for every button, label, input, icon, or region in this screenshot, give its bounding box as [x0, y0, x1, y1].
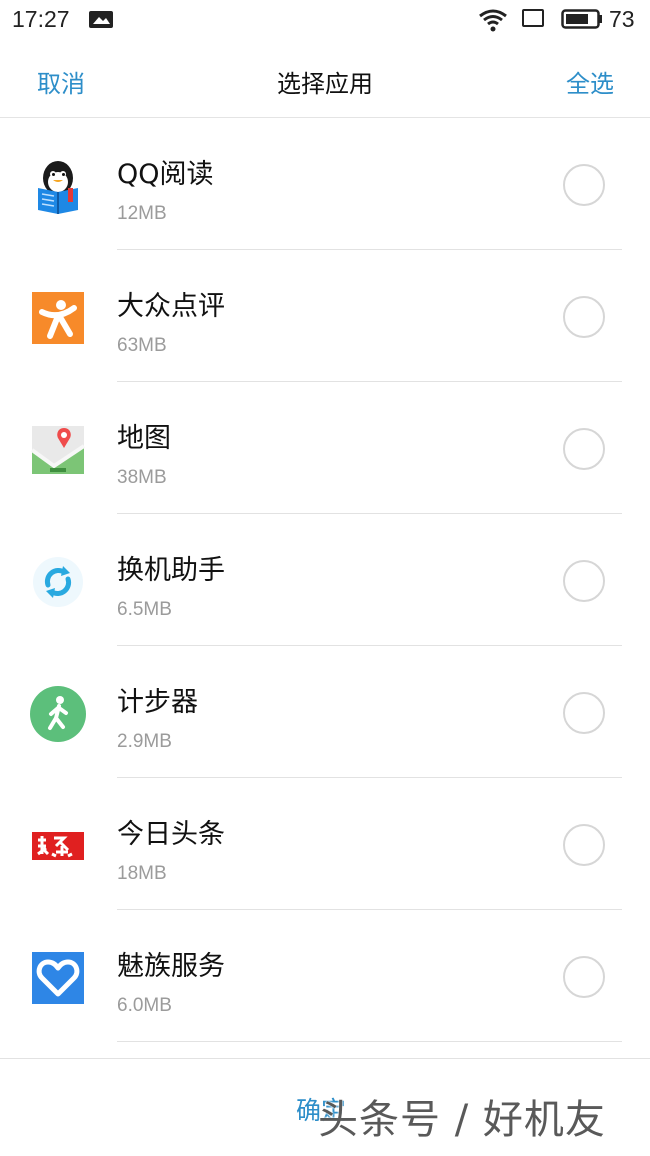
page-title: 选择应用	[277, 70, 373, 98]
wifi-icon	[478, 8, 508, 32]
app-size: 2.9MB	[117, 731, 172, 752]
app-size: 6.5MB	[117, 599, 172, 620]
pedometer-icon	[30, 686, 86, 742]
app-name: 魅族服务	[117, 951, 225, 982]
select-all-button[interactable]: 全选	[566, 64, 614, 99]
app-row-phone-transfer[interactable]: 换机助手 6.5MB	[0, 514, 650, 646]
select-checkbox[interactable]	[563, 296, 605, 338]
divider	[117, 1041, 622, 1042]
phone-transfer-icon	[30, 554, 86, 610]
meizu-service-icon	[30, 950, 86, 1006]
app-row-toutiao[interactable]: 今日头条 18MB	[0, 778, 650, 910]
select-checkbox[interactable]	[563, 956, 605, 998]
gallery-notification-icon	[89, 11, 113, 28]
app-name: 今日头条	[117, 819, 225, 850]
app-row-meizu-service[interactable]: 魅族服务 6.0MB	[0, 910, 650, 1042]
select-checkbox[interactable]	[563, 560, 605, 602]
app-row-map[interactable]: 地图 38MB	[0, 382, 650, 514]
app-row-pedometer[interactable]: 计步器 2.9MB	[0, 646, 650, 778]
app-size: 12MB	[117, 203, 167, 224]
app-size: 38MB	[117, 467, 167, 488]
status-time: 17:27	[12, 6, 70, 32]
app-row-dianping[interactable]: 大众点评 63MB	[0, 250, 650, 382]
qq-reading-icon	[30, 158, 86, 214]
app-size: 18MB	[117, 863, 167, 884]
watermark: 头条号 / 好机友	[318, 1097, 606, 1143]
toutiao-icon	[30, 818, 86, 874]
select-checkbox[interactable]	[563, 824, 605, 866]
app-name: 计步器	[117, 687, 198, 718]
app-size: 63MB	[117, 335, 167, 356]
battery-icon	[561, 9, 603, 29]
title-bar: 取消 选择应用 全选	[0, 42, 650, 118]
app-list: QQ阅读 12MB 大众点评 63MB 地图 38MB 换机助手 6.5MB 计…	[0, 118, 650, 1058]
screen-cast-icon	[522, 9, 544, 27]
app-name: 大众点评	[117, 291, 225, 322]
status-bar: 17:27 73	[0, 0, 650, 42]
map-icon	[30, 422, 86, 478]
bottom-bar: 确定 头条号 / 好机友	[0, 1058, 650, 1156]
app-name: 换机助手	[117, 555, 225, 586]
select-checkbox[interactable]	[563, 428, 605, 470]
dianping-icon	[30, 290, 86, 346]
app-size: 6.0MB	[117, 995, 172, 1016]
select-checkbox[interactable]	[563, 164, 605, 206]
battery-level: 73	[609, 6, 635, 32]
select-checkbox[interactable]	[563, 692, 605, 734]
app-name: 地图	[117, 423, 171, 454]
app-row-qq-reading[interactable]: QQ阅读 12MB	[0, 118, 650, 250]
app-name: QQ阅读	[117, 159, 214, 190]
